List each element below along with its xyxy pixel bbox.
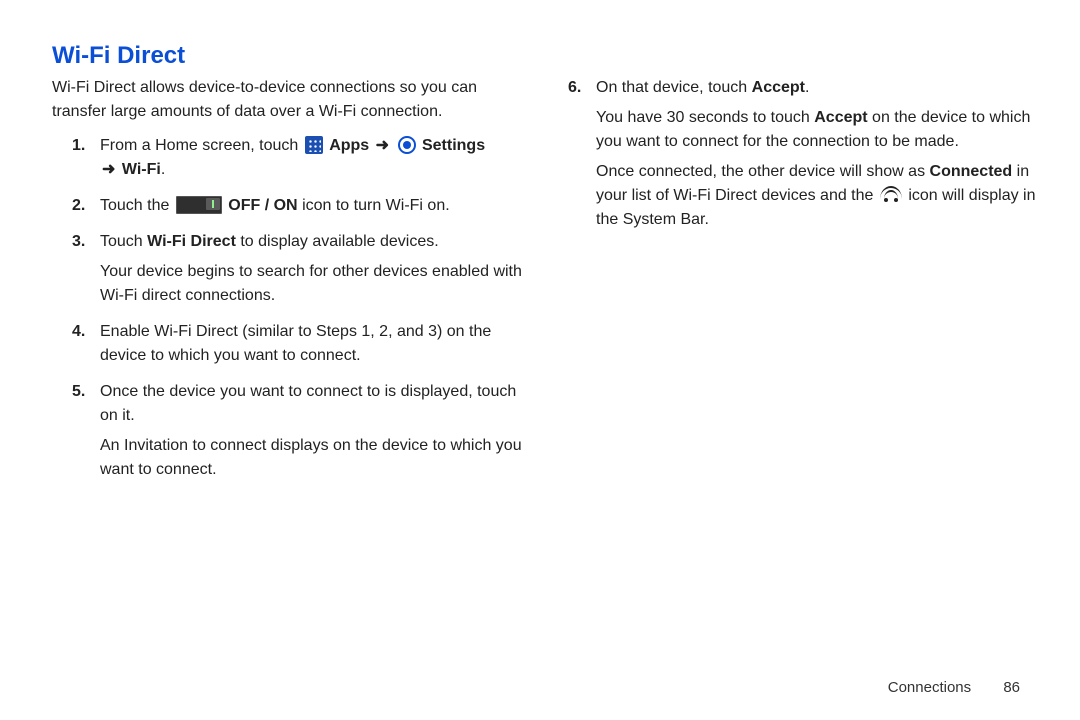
settings-label: Settings xyxy=(422,137,485,154)
step-list-left: 1. From a Home screen, touch Apps ➜ Sett… xyxy=(72,134,528,494)
step-1-text: From a Home screen, touch Apps ➜ Setting… xyxy=(100,137,485,178)
step-6-text: On that device, touch Accept. xyxy=(596,79,809,96)
arrow-icon: ➜ xyxy=(374,137,391,154)
step-3: 3. Touch Wi-Fi Direct to display availab… xyxy=(72,230,528,320)
accept-label: Accept xyxy=(752,79,805,96)
step-3-text: Touch Wi-Fi Direct to display available … xyxy=(100,233,439,250)
column-right: 6. On that device, touch Accept. You hav… xyxy=(568,76,1044,494)
step-5: 5. Once the device you want to connect t… xyxy=(72,380,528,494)
wifi-direct-icon xyxy=(880,186,902,204)
step-6-sub1: You have 30 seconds to touch Accept on t… xyxy=(596,106,1044,154)
step-number: 3. xyxy=(72,230,85,254)
step-1: 1. From a Home screen, touch Apps ➜ Sett… xyxy=(72,134,528,194)
step-5-sub: An Invitation to connect displays on the… xyxy=(100,434,528,482)
step-number: 2. xyxy=(72,194,85,218)
step-number: 4. xyxy=(72,320,85,344)
section-title: Wi-Fi Direct xyxy=(52,42,1044,70)
step-list-right: 6. On that device, touch Accept. You hav… xyxy=(568,76,1044,244)
wifi-direct-label: Wi-Fi Direct xyxy=(147,233,236,250)
step-6-sub1-pre: You have 30 seconds to touch xyxy=(596,109,814,126)
step-4-text: Enable Wi-Fi Direct (similar to Steps 1,… xyxy=(100,323,491,364)
intro-text: Wi-Fi Direct allows device-to-device con… xyxy=(52,76,528,124)
content-columns: Wi-Fi Direct allows device-to-device con… xyxy=(52,76,1044,494)
column-left: Wi-Fi Direct allows device-to-device con… xyxy=(52,76,528,494)
off-on-label: OFF / ON xyxy=(228,197,297,214)
page: Wi-Fi Direct Wi-Fi Direct allows device-… xyxy=(0,0,1080,720)
step-number: 1. xyxy=(72,134,85,158)
period: . xyxy=(161,161,165,178)
apps-icon xyxy=(305,136,323,154)
step-2: 2. Touch the OFF / ON icon to turn Wi-Fi… xyxy=(72,194,528,230)
step-6-sub2: Once connected, the other device will sh… xyxy=(596,160,1044,232)
step-number: 6. xyxy=(568,76,581,100)
step-5-text: Once the device you want to connect to i… xyxy=(100,383,516,424)
settings-icon xyxy=(398,136,416,154)
page-footer: Connections 86 xyxy=(888,679,1020,696)
step-3-post: to display available devices. xyxy=(236,233,439,250)
step-1-pre: From a Home screen, touch xyxy=(100,137,303,154)
step-2-post: icon to turn Wi-Fi on. xyxy=(302,197,450,214)
step-6-pre: On that device, touch xyxy=(596,79,752,96)
step-6-sub2-pre: Once connected, the other device will sh… xyxy=(596,163,930,180)
accept-label-2: Accept xyxy=(814,109,867,126)
footer-page-number: 86 xyxy=(1003,679,1020,696)
connected-label: Connected xyxy=(930,163,1013,180)
step-3-sub: Your device begins to search for other d… xyxy=(100,260,528,308)
step-2-text: Touch the OFF / ON icon to turn Wi-Fi on… xyxy=(100,197,450,214)
period: . xyxy=(805,79,809,96)
step-3-pre: Touch xyxy=(100,233,147,250)
step-number: 5. xyxy=(72,380,85,404)
wifi-label: Wi-Fi xyxy=(122,161,161,178)
apps-label: Apps xyxy=(329,137,369,154)
step-2-pre: Touch the xyxy=(100,197,174,214)
step-6: 6. On that device, touch Accept. You hav… xyxy=(568,76,1044,244)
step-4: 4. Enable Wi-Fi Direct (similar to Steps… xyxy=(72,320,528,380)
footer-section: Connections xyxy=(888,679,971,696)
arrow-icon: ➜ xyxy=(100,161,117,178)
toggle-off-on-icon xyxy=(176,196,222,214)
